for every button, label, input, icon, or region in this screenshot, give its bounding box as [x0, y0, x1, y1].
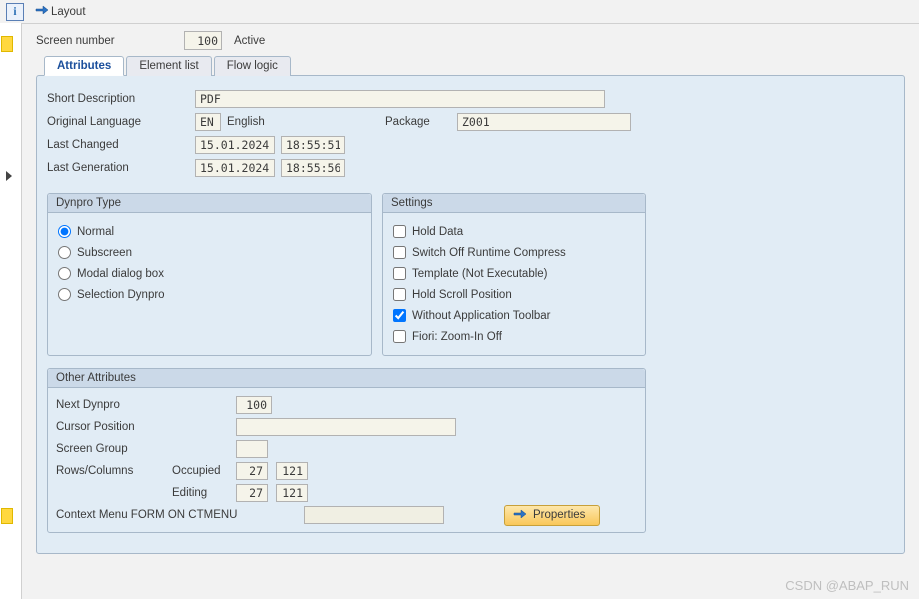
- app-toolbar: i Layout: [0, 0, 919, 24]
- cursor-position-field[interactable]: [236, 418, 456, 436]
- chk-fiori[interactable]: Fiori: Zoom-In Off: [393, 326, 635, 347]
- tab-element-list[interactable]: Element list: [126, 56, 211, 76]
- screen-number-field[interactable]: [184, 31, 222, 50]
- chk-hold-data[interactable]: Hold Data: [393, 221, 635, 242]
- settings-header: Settings: [383, 194, 645, 213]
- expand-right-icon[interactable]: [6, 171, 12, 181]
- screen-number-label: Screen number: [36, 35, 176, 47]
- group-other-attributes: Other Attributes Next Dynpro Cursor Posi…: [47, 368, 646, 533]
- arrow-right-icon: [35, 4, 49, 19]
- package-label: Package: [385, 116, 457, 128]
- other-header: Other Attributes: [48, 369, 645, 388]
- next-dynpro-label: Next Dynpro: [56, 399, 236, 411]
- package-field[interactable]: [457, 113, 631, 131]
- tab-panel-attributes: Short Description Original Language Engl…: [36, 75, 905, 554]
- radio-modal[interactable]: Modal dialog box: [58, 263, 361, 284]
- lang-name: English: [227, 116, 347, 128]
- rowscols-label: Rows/Columns: [56, 465, 172, 477]
- tabstrip: Attributes Element list Flow logic: [36, 56, 905, 76]
- tab-attributes[interactable]: Attributes: [44, 56, 124, 76]
- main-content: Screen number Active Attributes Element …: [22, 23, 919, 599]
- radio-normal[interactable]: Normal: [58, 221, 361, 242]
- last-changed-label: Last Changed: [47, 139, 195, 151]
- screen-group-label: Screen Group: [56, 443, 236, 455]
- radio-selection[interactable]: Selection Dynpro: [58, 284, 361, 305]
- occupied-rows[interactable]: [236, 462, 268, 480]
- watermark: CSDN @ABAP_RUN: [785, 578, 909, 593]
- screen-number-row: Screen number Active: [36, 31, 905, 50]
- info-icon[interactable]: i: [6, 3, 24, 21]
- chk-scroll[interactable]: Hold Scroll Position: [393, 284, 635, 305]
- group-dynpro-type: Dynpro Type Normal Subscreen Modal dialo…: [47, 193, 372, 356]
- radio-subscreen[interactable]: Subscreen: [58, 242, 361, 263]
- editing-label: Editing: [172, 487, 236, 499]
- arrow-right-icon: [513, 508, 527, 523]
- layout-button[interactable]: Layout: [30, 3, 91, 21]
- next-dynpro-field[interactable]: [236, 396, 272, 414]
- orig-lang-label: Original Language: [47, 116, 195, 128]
- ctxmenu-field[interactable]: [304, 506, 444, 524]
- chk-template[interactable]: Template (Not Executable): [393, 263, 635, 284]
- group-settings: Settings Hold Data Switch Off Runtime Co…: [382, 193, 646, 356]
- marker-icon: [1, 508, 13, 524]
- screen-status: Active: [234, 35, 265, 47]
- last-gen-date[interactable]: [195, 159, 275, 177]
- screen-group-field[interactable]: [236, 440, 268, 458]
- marker-icon: [1, 36, 13, 52]
- last-changed-time[interactable]: [281, 136, 345, 154]
- occupied-cols[interactable]: [276, 462, 308, 480]
- last-gen-label: Last Generation: [47, 162, 195, 174]
- layout-label: Layout: [51, 6, 86, 18]
- short-desc-label: Short Description: [47, 93, 195, 105]
- ctxmenu-label: Context Menu FORM ON CTMENU: [56, 509, 304, 521]
- short-desc-field[interactable]: [195, 90, 605, 108]
- properties-label: Properties: [533, 509, 585, 521]
- properties-button[interactable]: Properties: [504, 505, 600, 526]
- occupied-label: Occupied: [172, 465, 236, 477]
- chk-no-toolbar[interactable]: Without Application Toolbar: [393, 305, 635, 326]
- editing-cols[interactable]: [276, 484, 308, 502]
- dynpro-header: Dynpro Type: [48, 194, 371, 213]
- last-gen-time[interactable]: [281, 159, 345, 177]
- last-changed-date[interactable]: [195, 136, 275, 154]
- chk-compress[interactable]: Switch Off Runtime Compress: [393, 242, 635, 263]
- editing-rows[interactable]: [236, 484, 268, 502]
- lang-code-field[interactable]: [195, 113, 221, 131]
- left-ruler: [0, 23, 22, 599]
- tab-flow-logic[interactable]: Flow logic: [214, 56, 291, 76]
- cursor-position-label: Cursor Position: [56, 421, 236, 433]
